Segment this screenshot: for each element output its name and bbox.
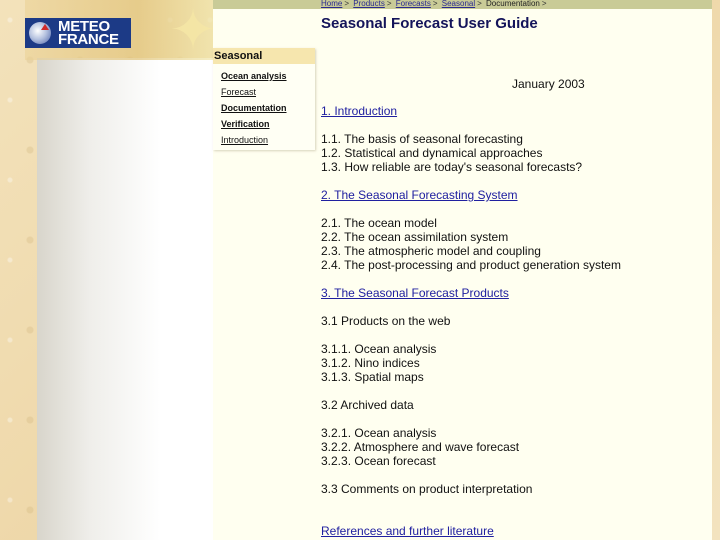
toc-item: 2.3. The atmospheric model and coupling xyxy=(321,244,541,258)
breadcrumb-separator: > xyxy=(344,0,350,8)
toc-link-forecast-products[interactable]: 3. The Seasonal Forecast Products xyxy=(321,286,621,300)
sidebar-list: Ocean analysis Forecast Documentation Ve… xyxy=(213,68,315,148)
toc-item: 2.2. The ocean assimilation system xyxy=(321,230,509,244)
page-title: Seasonal Forecast User Guide xyxy=(321,15,538,32)
toc-item: 3.2.2. Atmosphere and wave forecast xyxy=(321,440,520,454)
sidebar-link-ocean-analysis[interactable]: Ocean analysis xyxy=(221,71,287,81)
toc-item: 3.1.3. Spatial maps xyxy=(321,370,424,384)
breadcrumb-separator: > xyxy=(432,0,438,8)
breadcrumb-separator: > xyxy=(386,0,392,8)
toc-item: 1.1. The basis of seasonal forecasting xyxy=(321,132,523,146)
left-panel xyxy=(37,58,213,540)
toc-item: 2.4. The post-processing and product gen… xyxy=(321,258,621,272)
breadcrumb-seasonal[interactable]: Seasonal xyxy=(442,0,475,8)
sidebar-item-introduction: Introduction xyxy=(221,132,315,148)
breadcrumb-separator: > xyxy=(477,0,482,8)
sidebar-link-documentation[interactable]: Documentation xyxy=(221,103,287,113)
toc-item: 3.2.1. Ocean analysis xyxy=(321,426,437,440)
toc-item: 3.1.1. Ocean analysis xyxy=(321,342,437,356)
breadcrumb-separator: > xyxy=(541,0,547,8)
sidebar-nav: Seasonal Ocean analysis Forecast Documen… xyxy=(213,48,315,150)
toc-link-forecasting-system[interactable]: 2. The Seasonal Forecasting System xyxy=(321,188,621,202)
sidebar-item-documentation: Documentation xyxy=(221,100,315,116)
breadcrumb: Home > Products > Forecasts > Seasonal > Doc… xyxy=(321,0,549,9)
toc-subheading: 3.3 Comments on product interpretation xyxy=(321,482,533,496)
sidebar-item-forecast: Forecast xyxy=(221,84,315,100)
sidebar-link-forecast[interactable]: Forecast xyxy=(221,87,256,97)
toc-item: 2.1. The ocean model xyxy=(321,216,437,230)
table-of-contents: 1. Introduction 1.1. The basis of season… xyxy=(321,104,621,538)
toc-item: 3.1.2. Nino indices xyxy=(321,356,420,370)
sidebar-heading: Seasonal xyxy=(213,48,315,64)
breadcrumb-home[interactable]: Home xyxy=(321,0,342,8)
logo-line-2: FRANCE xyxy=(58,31,119,48)
sidebar-link-verification[interactable]: Verification xyxy=(221,119,270,129)
globe-icon xyxy=(29,22,51,44)
sidebar-item-verification: Verification xyxy=(221,116,315,132)
toc-item: 1.2. Statistical and dynamical approache… xyxy=(321,146,543,160)
toc-item: 1.3. How reliable are today's seasonal f… xyxy=(321,160,583,174)
breadcrumb-products[interactable]: Products xyxy=(353,0,385,8)
breadcrumb-documentation: Documentation xyxy=(486,0,540,8)
toc-link-references[interactable]: References and further literature xyxy=(321,524,621,538)
toc-subheading: 3.1 Products on the web xyxy=(321,314,451,328)
meteo-france-logo[interactable]: METEO FRANCE xyxy=(25,18,131,48)
sidebar-link-introduction[interactable]: Introduction xyxy=(221,135,268,145)
document-date: January 2003 xyxy=(512,77,585,91)
breadcrumb-forecasts[interactable]: Forecasts xyxy=(396,0,431,8)
toc-link-introduction[interactable]: 1. Introduction xyxy=(321,104,621,118)
logo-text: METEO FRANCE xyxy=(58,19,119,48)
sidebar-item-ocean-analysis: Ocean analysis xyxy=(221,68,315,84)
toc-subheading: 3.2 Archived data xyxy=(321,398,414,412)
toc-item: 3.2.3. Ocean forecast xyxy=(321,454,436,468)
